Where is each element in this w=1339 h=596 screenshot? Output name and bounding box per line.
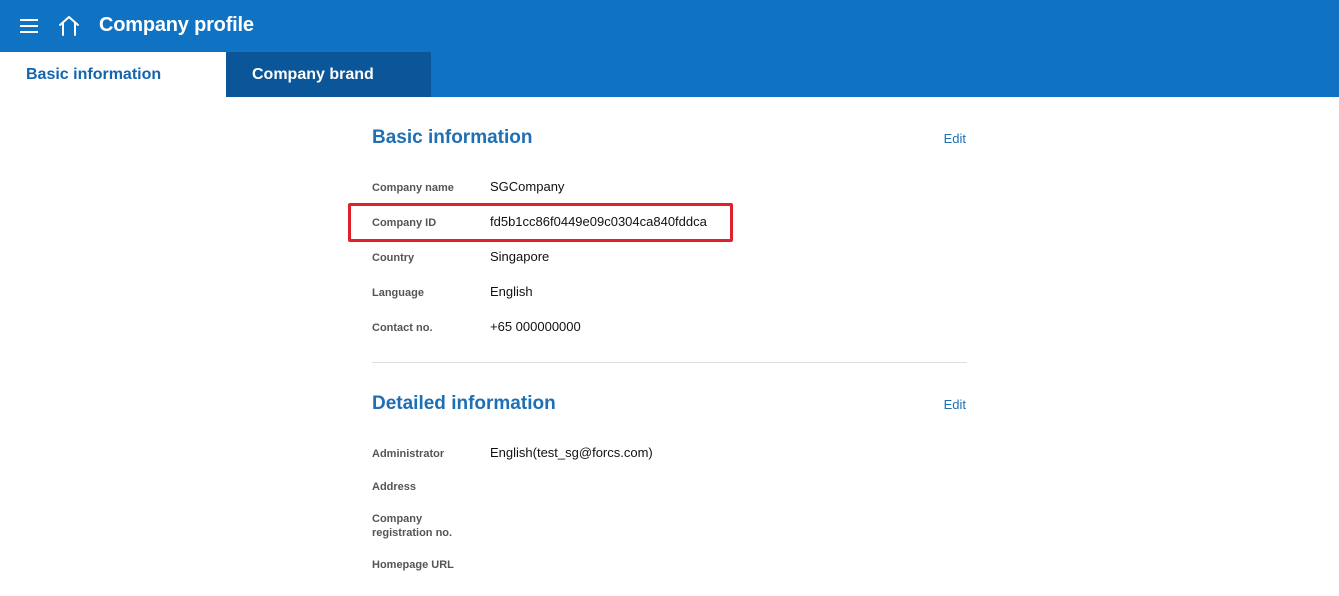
section-divider [372, 362, 967, 363]
detailed-info-heading: Detailed information [372, 393, 556, 414]
basic-info-heading: Basic information [372, 127, 533, 148]
company-id-highlight-box [348, 203, 733, 242]
menu-icon[interactable] [18, 15, 40, 37]
tab-company-brand[interactable]: Company brand [226, 52, 431, 97]
field-value: +65 000000000 [490, 319, 581, 334]
field-label: Contact no. [372, 322, 433, 334]
field-label: Country [372, 252, 415, 264]
field-label: Company name [372, 182, 454, 194]
basic-info-edit-link[interactable]: Edit [944, 131, 966, 146]
field-value: Singapore [490, 249, 550, 264]
top-app-bar: Company profile [0, 0, 1339, 52]
field-label: Administrator [372, 448, 445, 460]
field-value: English(test_sg@forcs.com) [490, 445, 653, 460]
field-label: Homepage URL [372, 559, 454, 571]
field-value: English [490, 284, 533, 299]
field-label: Company registration no. [372, 513, 453, 539]
tab-basic-information[interactable]: Basic information [0, 52, 226, 97]
home-icon[interactable] [57, 14, 81, 38]
field-label: Address [372, 481, 417, 493]
detailed-info-edit-link[interactable]: Edit [944, 397, 966, 412]
field-label: Language [372, 287, 424, 299]
tab-bar: Basic information Company brand [0, 52, 1339, 97]
field-value: SGCompany [490, 179, 565, 194]
page-title: Company profile [99, 14, 254, 36]
